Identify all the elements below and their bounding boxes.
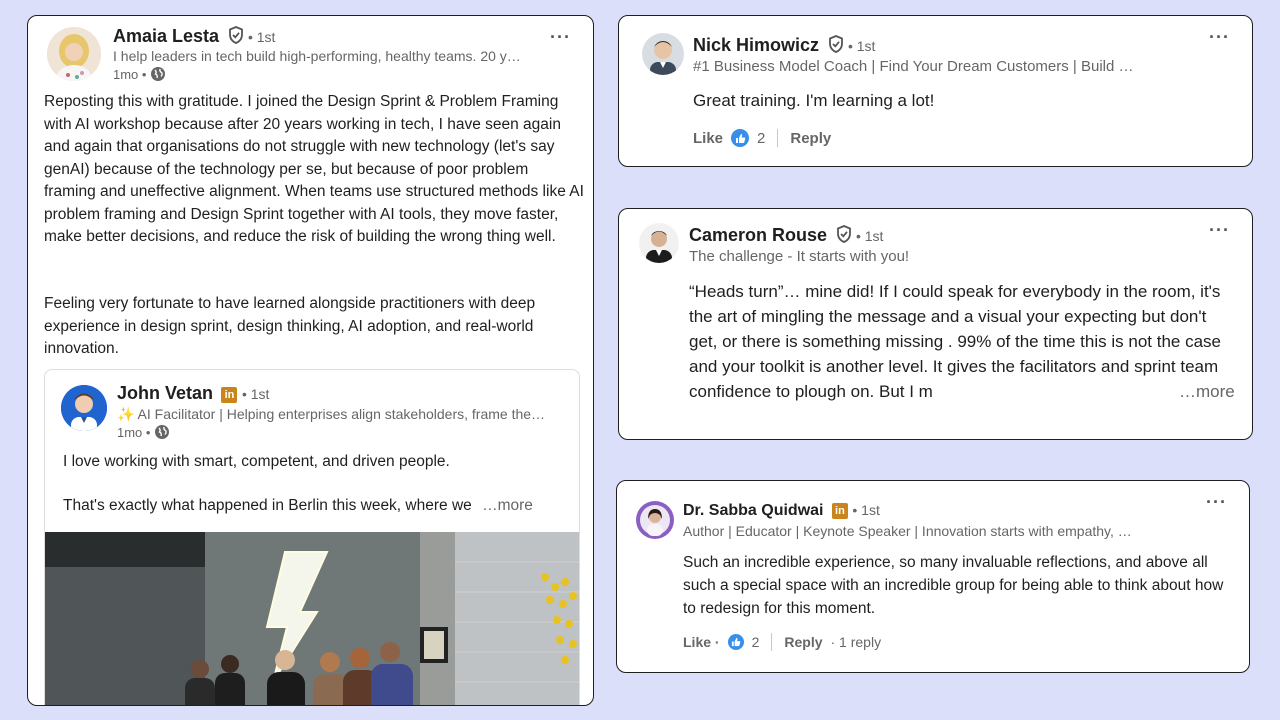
like-count: 2: [757, 129, 766, 147]
like-reaction-icon: [731, 129, 750, 147]
post-author-name[interactable]: Amaia Lesta: [113, 26, 219, 46]
connection-degree: • 1st: [855, 228, 884, 244]
divider: [771, 633, 773, 651]
connection-degree: • 1st: [852, 502, 880, 518]
verified-shield-icon: [828, 35, 843, 53]
globe-icon: [151, 67, 166, 81]
connection-degree: • 1st: [241, 386, 270, 402]
avatar[interactable]: [636, 501, 674, 539]
avatar[interactable]: [47, 27, 101, 81]
linkedin-premium-icon: in: [221, 387, 238, 403]
shared-line-2: That's exactly what happened in Berlin t…: [63, 497, 533, 514]
comment-text: Such an incredible experience, so many i…: [683, 554, 1224, 617]
post-time: 1mo •: [113, 66, 147, 82]
comment-author-name[interactable]: Dr. Sabba Quidwai: [683, 502, 823, 519]
post-body-paragraph-2: Feeling very fortunate to have learned a…: [44, 295, 536, 357]
avatar[interactable]: [639, 223, 679, 263]
avatar[interactable]: [61, 385, 107, 431]
reply-button[interactable]: Reply: [784, 634, 822, 650]
more-options-icon[interactable]: ···: [1209, 221, 1230, 239]
comment-text: “Heads turn”… mine did! If I could speak…: [689, 282, 1221, 401]
verified-shield-icon: [228, 26, 243, 44]
post-body: Reposting this with gratitude. I joined …: [44, 93, 584, 245]
like-reaction-icon: [727, 634, 744, 650]
comment-text: Great training. I'm learning a lot!: [693, 91, 935, 110]
avatar[interactable]: [642, 33, 684, 75]
shared-author-name[interactable]: John Vetan: [117, 383, 213, 403]
post-author-headline: I help leaders in tech build high-perfor…: [113, 48, 521, 64]
see-more-link[interactable]: …more: [482, 497, 533, 514]
divider: [777, 129, 779, 147]
comment-card: ··· Cameron Rouse • 1st The challenge - …: [618, 208, 1253, 440]
shared-post[interactable]: John Vetan in • 1st ✨ AI Facilitator | H…: [44, 369, 580, 705]
comment-author-headline: Author | Educator | Keynote Speaker | In…: [683, 523, 1132, 539]
globe-icon: [155, 425, 170, 439]
reply-button[interactable]: Reply: [790, 130, 831, 147]
more-options-icon[interactable]: ···: [1209, 28, 1230, 46]
post-card: ··· Amaia Lesta • 1st I help leaders in …: [27, 15, 594, 706]
shared-line-1: I love working with smart, competent, an…: [63, 453, 450, 470]
connection-degree: • 1st: [847, 38, 876, 54]
shared-author-headline: ✨ AI Facilitator | Helping enterprises a…: [117, 406, 546, 422]
see-more-link[interactable]: …more: [1171, 379, 1243, 404]
linkedin-premium-icon: in: [831, 503, 848, 519]
verified-shield-icon: [836, 225, 851, 243]
more-options-icon[interactable]: ···: [550, 28, 571, 46]
comment-card: ··· Nick Himowicz • 1st #1 Business Mode…: [618, 15, 1253, 167]
comment-card: ··· Dr. Sabba Quidwai in • 1st Author | …: [616, 480, 1250, 673]
like-button[interactable]: Like: [693, 130, 723, 147]
more-options-icon[interactable]: ···: [1206, 493, 1227, 511]
comment-author-name[interactable]: Cameron Rouse: [689, 225, 827, 245]
like-button[interactable]: Like ·: [683, 634, 720, 650]
comment-author-name[interactable]: Nick Himowicz: [693, 35, 819, 55]
like-count: 2: [751, 634, 760, 650]
shared-photo[interactable]: [45, 532, 579, 705]
shared-time: 1mo •: [117, 424, 151, 440]
comment-author-headline: The challenge - It starts with you!: [689, 248, 910, 265]
connection-degree: • 1st: [247, 29, 276, 45]
reply-count[interactable]: · 1 reply: [831, 634, 882, 650]
comment-author-headline: #1 Business Model Coach | Find Your Drea…: [693, 58, 1134, 75]
